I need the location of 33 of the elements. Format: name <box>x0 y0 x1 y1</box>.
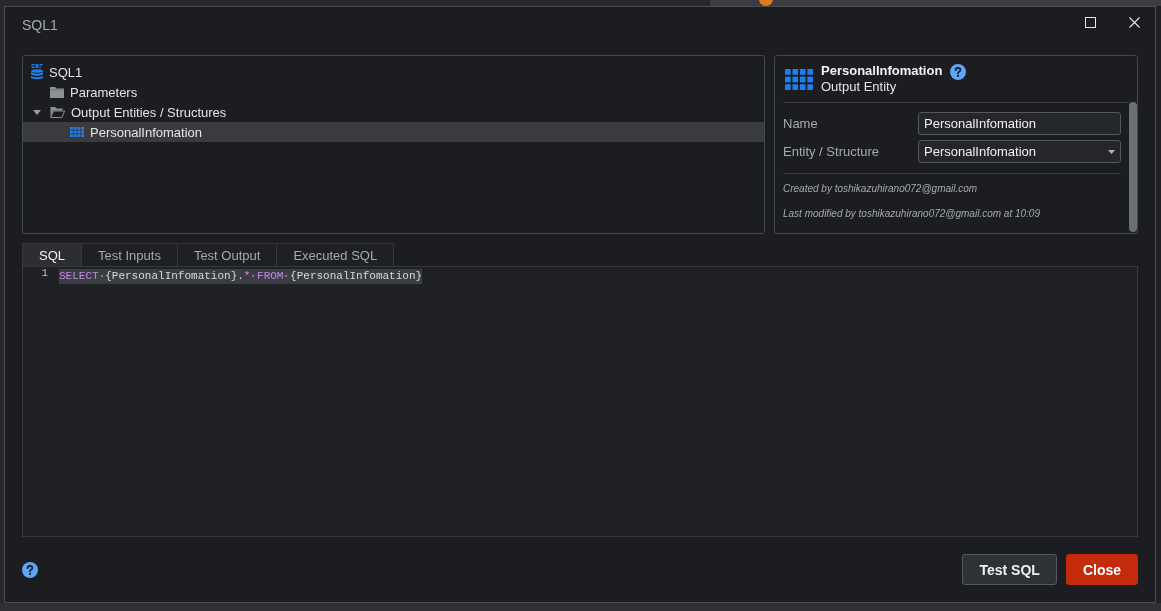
entity-subtitle: Output Entity <box>821 79 898 95</box>
tab[interactable]: Executed SQL <box>276 243 395 266</box>
modified-by-text: Last modified by toshikazuhirano072@gmail.com at 10:09 <box>783 207 1041 221</box>
maximize-icon <box>1084 16 1096 28</box>
close-icon <box>1128 16 1140 28</box>
tree-item[interactable]: Parameters <box>23 82 764 102</box>
caret-icon <box>1108 149 1115 154</box>
tab[interactable]: Test Inputs <box>81 243 178 266</box>
test-sql-button[interactable]: Test SQL <box>962 554 1057 585</box>
folder-icon <box>50 86 64 98</box>
help-icon[interactable] <box>950 64 967 80</box>
expand-arrow-icon[interactable] <box>33 109 41 115</box>
table-grid-icon <box>70 127 84 137</box>
database-icon <box>31 64 43 80</box>
input-field[interactable]: PersonalInfomation <box>918 112 1121 135</box>
field-label: Entity / Structure <box>783 144 881 159</box>
close-dialog-button[interactable]: Close <box>1065 554 1138 585</box>
field-label: Name <box>783 116 819 131</box>
tree-item[interactable]: PersonalInfomation <box>23 122 764 142</box>
help-icon[interactable] <box>22 561 38 578</box>
folder-icon <box>50 106 65 118</box>
scrollbar-thumb[interactable] <box>1129 102 1137 232</box>
code-editor[interactable]: 1 SELECT {PersonalInfomation}.* FROM {PersonalInfomation} <box>22 266 1138 537</box>
line-number: 1 <box>40 267 49 281</box>
tree-item[interactable]: Output Entities / Structures <box>23 102 764 122</box>
tree-item[interactable]: SQL1 <box>23 62 764 82</box>
tab[interactable]: Test Output <box>176 243 278 266</box>
tab[interactable]: SQL <box>22 243 82 266</box>
entity-title: PersonalInfomation <box>821 63 943 79</box>
created-by-text: Created by toshikazuhirano072@gmail.com <box>783 182 979 196</box>
window-title: SQL1 <box>22 16 58 35</box>
table-grid-icon <box>785 68 813 90</box>
select-field[interactable]: PersonalInfomation <box>918 140 1121 163</box>
